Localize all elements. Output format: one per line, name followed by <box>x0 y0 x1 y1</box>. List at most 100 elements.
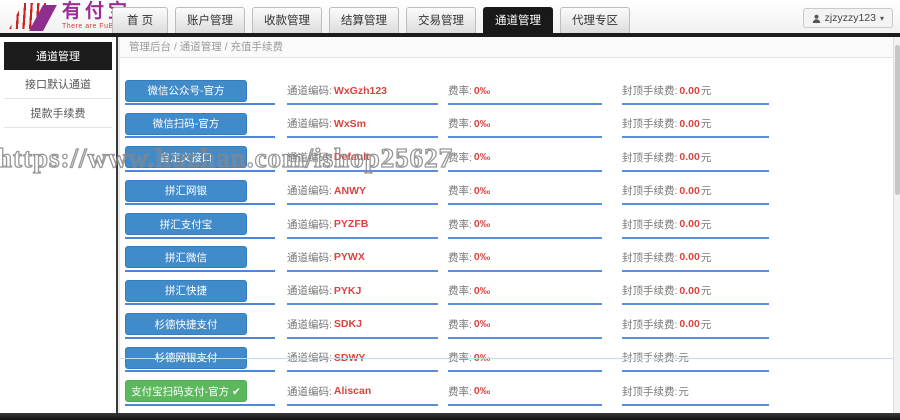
cap-fee-field[interactable]: 封顶手续费: 0.00 元 <box>622 278 769 306</box>
cap-fee-value: 0.00 <box>679 184 700 197</box>
channel-code-field[interactable]: 通道编码: PYZFB <box>287 212 438 239</box>
channel-row: 微信扫码-官方 通道编码: WxSm 费率: 0‰ 封顶手续费: 0.00 元 <box>120 109 893 142</box>
channel-code-field[interactable]: 通道编码: ANWY <box>287 178 438 206</box>
channel-button[interactable]: 自定义接口 <box>125 146 247 169</box>
channel-button-cell: 拼汇支付宝 <box>125 212 275 239</box>
channel-code-field[interactable]: 通道编码: PYWX <box>287 245 438 272</box>
cap-fee-label: 封顶手续费: <box>622 185 678 198</box>
cap-fee-label: 封顶手续费: <box>622 385 678 398</box>
cap-fee-value: 0.00 <box>679 117 700 130</box>
cap-fee-field[interactable]: 封顶手续费: 0.00 元 <box>622 312 769 339</box>
channel-row: 杉德快捷支付 通道编码: SDKJ 费率: 0‰ 封顶手续费: 0.00 元 <box>120 310 893 343</box>
tab-account[interactable]: 账户管理 <box>175 7 245 33</box>
channel-button-cell: 拼汇快捷 <box>125 278 275 306</box>
rate-value: 0‰ <box>473 251 491 264</box>
cap-fee-field[interactable]: 封顶手续费: 0.00 元 <box>622 245 769 272</box>
channel-button[interactable]: 微信扫码-官方 <box>125 112 247 135</box>
channel-row: 拼汇微信 通道编码: PYWX 费率: 0‰ 封顶手续费: 0.00 元 <box>120 243 893 276</box>
channel-button[interactable]: 支付宝扫码支付-官方 ✔ <box>125 380 247 403</box>
channel-code-value: WxSm <box>333 117 367 130</box>
cap-fee-value: 0.00 <box>679 151 700 164</box>
cap-fee-value: 0.00 <box>679 84 700 97</box>
cap-fee-label: 封顶手续费: <box>622 251 678 264</box>
rate-field[interactable]: 费率:0‰ <box>448 379 602 406</box>
section-divider <box>120 358 893 359</box>
rate-label: 费率: <box>448 385 472 398</box>
cap-fee-field[interactable]: 封顶手续费: 0.00 元 <box>622 145 769 172</box>
scrollbar-thumb[interactable] <box>895 45 900 195</box>
channel-button-cell: 自定义接口 <box>125 145 275 172</box>
sidebar-item-interface-default-channel[interactable]: 接口默认通道 <box>4 70 112 99</box>
channel-button-cell: 微信公众号-官方 <box>125 78 275 105</box>
rate-field[interactable]: 费率:0‰ <box>448 78 602 105</box>
channel-code-value: PYKJ <box>333 284 362 297</box>
channel-code-value: WxGzh123 <box>333 84 388 97</box>
channel-code-value: Default <box>333 151 370 164</box>
channel-button[interactable]: 微信公众号-官方 <box>125 79 247 102</box>
user-menu-button[interactable]: zjzyzzy123 ▾ <box>802 8 893 28</box>
channel-code-label: 通道编码: <box>287 218 332 231</box>
channel-button[interactable]: 拼汇快捷 <box>125 279 247 302</box>
cap-fee-value: 0.00 <box>679 284 700 297</box>
cap-fee-field[interactable]: 封顶手续费: 0.00 元 <box>622 78 769 105</box>
rate-label: 费率: <box>448 251 472 264</box>
channel-button[interactable]: 拼汇网银 <box>125 179 247 202</box>
rate-label: 费率: <box>448 118 472 131</box>
channel-code-label: 通道编码: <box>287 85 332 97</box>
rate-value: 0‰ <box>473 151 491 164</box>
channel-code-label: 通道编码: <box>287 318 332 331</box>
channel-button[interactable]: 杉德快捷支付 <box>125 313 247 336</box>
cap-fee-field[interactable]: 封顶手续费: 0.00 元 <box>622 212 769 239</box>
cap-fee-label: 封顶手续费: <box>622 285 678 298</box>
sidebar-item-channel-manage[interactable]: 通道管理 <box>4 42 112 70</box>
channel-code-value: SDKJ <box>333 318 362 331</box>
channel-button[interactable]: 拼汇微信 <box>125 246 247 269</box>
cap-fee-unit: 元 <box>678 385 689 398</box>
rate-field[interactable]: 费率:0‰ <box>448 212 602 239</box>
channel-code-value: ANWY <box>333 184 367 197</box>
caret-down-icon: ▾ <box>879 13 884 23</box>
rate-value: 0‰ <box>473 284 491 297</box>
cap-fee-label: 封顶手续费: <box>622 151 678 164</box>
channel-code-field[interactable]: 通道编码: SDKJ <box>287 312 438 339</box>
tab-agent[interactable]: 代理专区 <box>560 7 630 33</box>
sidebar-item-withdraw-fee[interactable]: 提款手续费 <box>4 99 112 128</box>
rate-value: 0‰ <box>473 184 491 197</box>
rate-label: 费率: <box>448 85 472 97</box>
rate-field[interactable]: 费率:0‰ <box>448 278 602 306</box>
rate-field[interactable]: 费率:0‰ <box>448 111 602 139</box>
scrollbar[interactable] <box>893 37 900 413</box>
rate-label: 费率: <box>448 151 472 164</box>
channel-code-field[interactable]: 通道编码: PYKJ <box>287 278 438 306</box>
tab-channel[interactable]: 通道管理 <box>483 7 553 33</box>
rate-field[interactable]: 费率:0‰ <box>448 178 602 206</box>
cap-fee-field[interactable]: 封顶手续费: 0.00 元 <box>622 111 769 139</box>
rate-label: 费率: <box>448 185 472 198</box>
channel-button-cell: 杉德快捷支付 <box>125 312 275 339</box>
header: 有付宝 There are FuBao pay 首 页账户管理 收款管理 结算管理交… <box>0 0 900 33</box>
channel-button[interactable]: 拼汇支付宝 <box>125 213 247 236</box>
channel-row: 支付宝扫码支付-官方 ✔ 通道编码: Aliscan 费率: 0‰ 封顶手续费: 元 <box>120 377 893 410</box>
tab-collection[interactable]: 收款管理 <box>252 7 322 33</box>
cap-fee-field[interactable]: 封顶手续费:元 <box>622 379 769 406</box>
tab-home[interactable]: 首 页 <box>112 7 168 33</box>
nav-tabs: 首 页账户管理 收款管理 结算管理 交易管理 通道管理 代理专区 <box>112 7 630 33</box>
rate-value: 0‰ <box>473 117 491 130</box>
channel-button-cell: 拼汇微信 <box>125 245 275 272</box>
tab-settlement[interactable]: 结算管理 <box>329 7 399 33</box>
tab-trade[interactable]: 交易管理 <box>406 7 476 33</box>
channel-code-field[interactable]: 通道编码: WxSm <box>287 111 438 139</box>
rate-field[interactable]: 费率:0‰ <box>448 312 602 339</box>
rate-field[interactable]: 费率:0‰ <box>448 245 602 272</box>
cap-fee-field[interactable]: 封顶手续费: 0.00 元 <box>622 178 769 206</box>
channel-code-value: Aliscan <box>333 385 372 398</box>
channel-code-field[interactable]: 通道编码: Aliscan <box>287 379 438 406</box>
rate-value: 0‰ <box>473 385 491 398</box>
cap-fee-unit: 元 <box>700 185 712 198</box>
rate-field[interactable]: 费率:0‰ <box>448 145 602 172</box>
channel-code-field[interactable]: 通道编码: WxGzh123 <box>287 78 438 105</box>
channel-code-label: 通道编码: <box>287 185 332 198</box>
user-icon <box>812 14 820 23</box>
channel-code-field[interactable]: 通道编码: Default <box>287 145 438 172</box>
cap-fee-unit: 元 <box>700 85 712 97</box>
